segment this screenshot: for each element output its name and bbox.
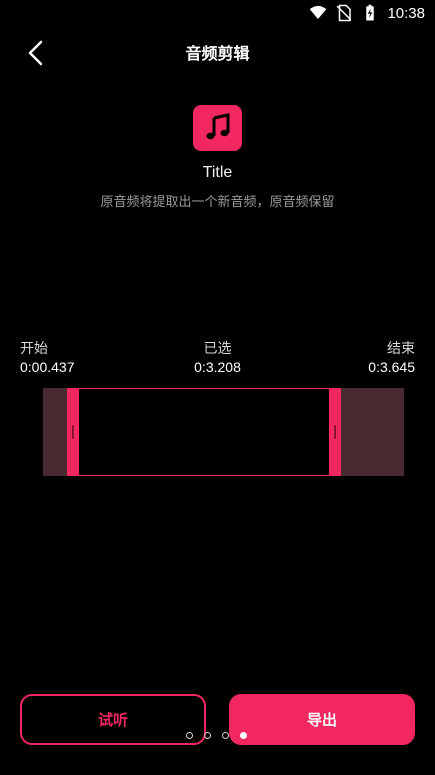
no-sim-icon — [337, 4, 352, 22]
preview-button[interactable]: 试听 — [20, 694, 206, 745]
page-dot[interactable] — [204, 732, 211, 739]
selection-window[interactable] — [78, 388, 330, 476]
page-title: 音频剪辑 — [185, 44, 250, 63]
page-dot[interactable] — [186, 732, 193, 739]
status-time: 10:38 — [387, 4, 425, 22]
grip-icon — [334, 425, 336, 439]
page-indicator — [186, 732, 247, 739]
end-time: 0:3.645 — [368, 359, 415, 375]
extraction-hint: 原音频将提取出一个新音频，原音频保留 — [100, 195, 335, 210]
music-note-icon — [193, 105, 242, 151]
status-bar: 10:38 — [0, 0, 435, 30]
selected-label: 已选 — [203, 341, 232, 357]
page-dot[interactable] — [240, 732, 247, 739]
export-button[interactable]: 导出 — [229, 694, 415, 745]
status-indicators: 10:38 — [309, 4, 425, 22]
page-dot[interactable] — [222, 732, 229, 739]
wifi-icon — [310, 5, 327, 19]
start-trim-handle[interactable] — [67, 388, 79, 476]
battery-charging-icon — [366, 4, 375, 21]
track-title: Title — [202, 164, 233, 181]
app-header: 音频剪辑 — [0, 30, 435, 76]
grip-icon — [72, 425, 74, 439]
end-label: 结束 — [387, 341, 415, 357]
end-trim-handle[interactable] — [329, 388, 341, 476]
